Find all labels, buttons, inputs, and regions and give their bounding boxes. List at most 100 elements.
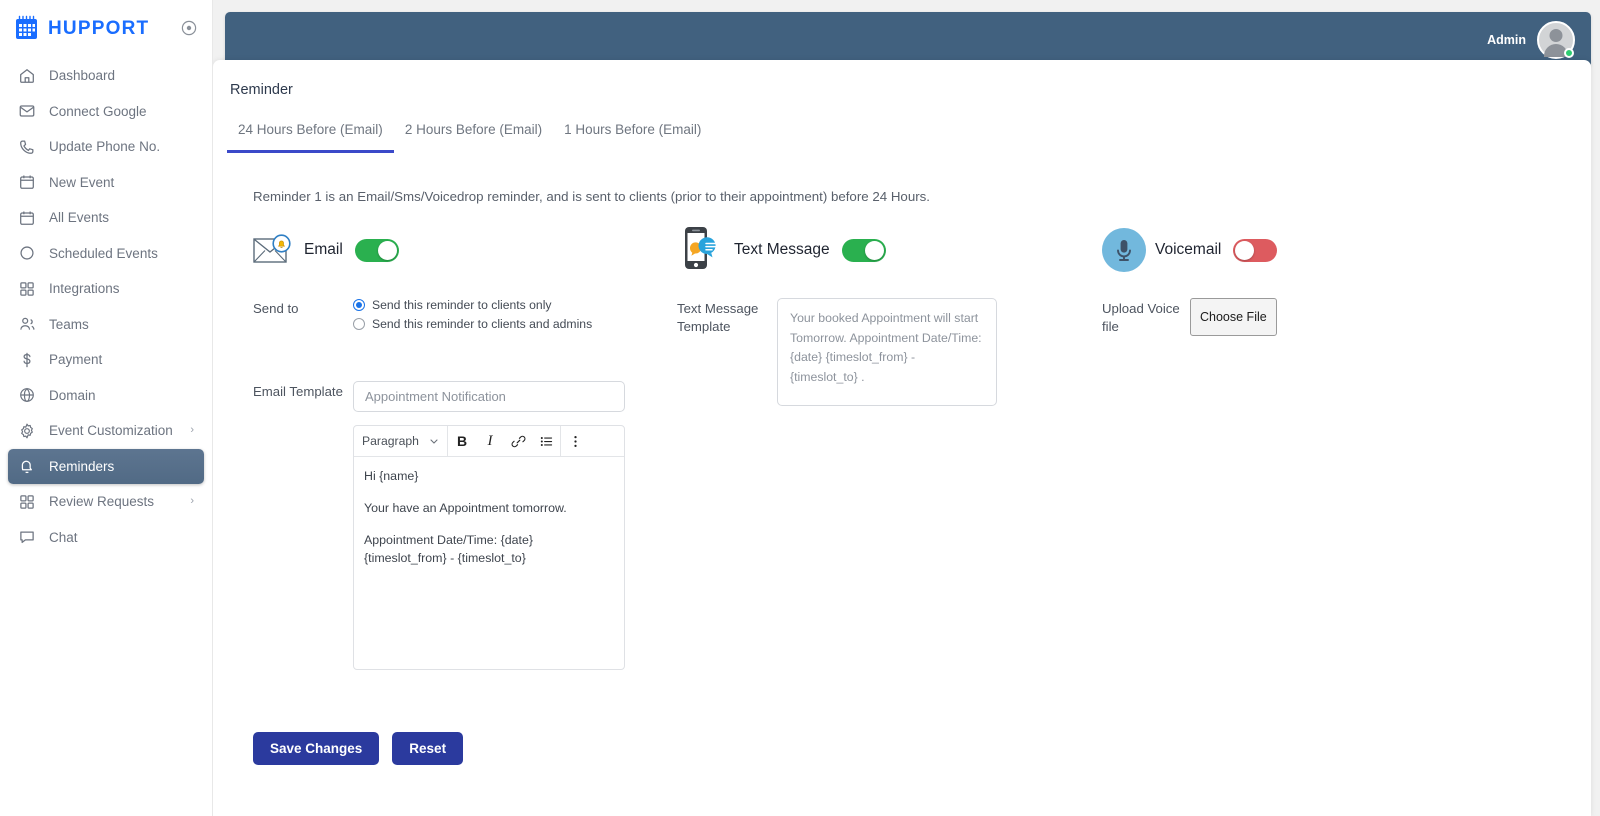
email-template-row: Email Template Paragraph <box>253 381 677 670</box>
reset-button[interactable]: Reset <box>392 732 464 765</box>
sidebar-item-label: Review Requests <box>49 494 155 510</box>
send-to-row: Send to Send this reminder to clients on… <box>253 298 677 331</box>
sidebar-item-dashboard[interactable]: Dashboard <box>8 58 204 94</box>
email-body-editor: Paragraph B I Hi {name} Your have an App… <box>353 425 625 670</box>
block-format-dropdown[interactable]: Paragraph <box>354 426 448 456</box>
choose-file-button[interactable]: Choose File <box>1190 298 1277 336</box>
target-circle-icon[interactable] <box>180 19 198 37</box>
sidebar-item-new-event[interactable]: New Event <box>8 165 204 201</box>
sidebar-item-label: Connect Google <box>49 103 147 119</box>
email-bell-icon <box>253 233 295 267</box>
sidebar-item-reminders[interactable]: Reminders <box>8 448 204 484</box>
app-root: HUPPORT Dashboard Connect Google Update … <box>0 0 1600 816</box>
sidebar-item-label: Scheduled Events <box>49 245 158 261</box>
save-changes-button[interactable]: Save Changes <box>253 732 380 765</box>
radio-clients-and-admins[interactable]: Send this reminder to clients and admins <box>353 317 592 331</box>
calendar-grid-icon <box>14 15 40 41</box>
sidebar-nav: Dashboard Connect Google Update Phone No… <box>0 58 212 555</box>
sidebar-item-label: Update Phone No. <box>49 139 161 155</box>
voicemail-toggle[interactable] <box>1233 238 1278 262</box>
text-template-label: Text Message Template <box>677 301 759 334</box>
grid-icon <box>18 280 36 298</box>
admin-label: Admin <box>1487 33 1526 47</box>
reminder-body: Reminder 1 is an Email/Sms/Voicedrop rem… <box>213 189 1591 765</box>
italic-icon[interactable]: I <box>476 426 504 456</box>
radio-label: Send this reminder to clients and admins <box>372 317 593 331</box>
radio-input[interactable] <box>353 318 365 330</box>
channel-text-message: Text Message <box>677 224 1102 276</box>
sidebar-item-chat[interactable]: Chat <box>8 520 204 556</box>
sidebar-item-teams[interactable]: Teams <box>8 307 204 343</box>
sidebar-item-event-customization[interactable]: Event Customization › <box>8 413 204 449</box>
sidebar-item-label: Integrations <box>49 281 120 297</box>
channel-email: Email <box>253 233 677 267</box>
calendar-icon <box>18 173 36 191</box>
tab-1-hours-before[interactable]: 1 Hours Before (Email) <box>553 116 712 153</box>
email-subject-input[interactable] <box>353 381 625 412</box>
gear-icon <box>18 422 36 440</box>
microphone-icon <box>1102 228 1146 272</box>
grid-icon <box>18 493 36 511</box>
tab-24-hours-before[interactable]: 24 Hours Before (Email) <box>227 116 394 153</box>
email-toggle[interactable] <box>354 238 399 262</box>
avatar[interactable] <box>1537 21 1575 59</box>
sidebar-item-integrations[interactable]: Integrations <box>8 271 204 307</box>
text-template-row: Text Message Template Your booked Appoin… <box>677 298 1102 406</box>
text-message-toggle[interactable] <box>841 238 886 262</box>
globe-icon <box>18 386 36 404</box>
bullet-list-icon[interactable] <box>532 426 560 456</box>
link-icon[interactable] <box>504 426 532 456</box>
brand-header: HUPPORT <box>0 0 212 56</box>
tab-2-hours-before[interactable]: 2 Hours Before (Email) <box>394 116 553 153</box>
brand-name: HUPPORT <box>48 17 150 39</box>
text-message-template-input[interactable]: Your booked Appointment will start Tomor… <box>777 298 997 406</box>
more-vertical-icon[interactable] <box>561 426 589 456</box>
sidebar-item-label: Reminders <box>49 458 115 474</box>
page-title: Reminder <box>230 82 293 98</box>
envelope-icon <box>18 102 36 120</box>
sidebar-item-payment[interactable]: Payment <box>8 342 204 378</box>
radio-clients-only[interactable]: Send this reminder to clients only <box>353 298 592 312</box>
chevron-right-icon: › <box>190 495 194 508</box>
sidebar: HUPPORT Dashboard Connect Google Update … <box>0 0 213 816</box>
sidebar-item-review-requests[interactable]: Review Requests › <box>8 484 204 520</box>
voicemail-channel-label: Voicemail <box>1155 241 1222 258</box>
italic-label: I <box>487 432 493 449</box>
sidebar-item-label: Chat <box>49 529 78 545</box>
editor-toolbar: Paragraph B I <box>354 426 624 457</box>
main-area: Admin Reminder 24 Hours Before (Email) 2… <box>213 0 1600 816</box>
sidebar-item-label: Domain <box>49 387 96 403</box>
text-message-column: Text Message Template Your booked Appoin… <box>677 298 1102 670</box>
sidebar-item-label: New Event <box>49 174 115 190</box>
sidebar-item-update-phone-no[interactable]: Update Phone No. <box>8 129 204 165</box>
sidebar-item-domain[interactable]: Domain <box>8 378 204 414</box>
bold-icon[interactable]: B <box>448 426 476 456</box>
calendar-icon <box>18 209 36 227</box>
sidebar-item-label: Payment <box>49 352 103 368</box>
users-icon <box>18 315 36 333</box>
sidebar-item-label: Dashboard <box>49 68 116 84</box>
toggle-knob <box>1235 240 1255 260</box>
phone-icon <box>18 138 36 156</box>
online-status-dot <box>1564 48 1574 58</box>
editor-content[interactable]: Hi {name} Your have an Appointment tomor… <box>354 457 624 669</box>
sidebar-item-scheduled-events[interactable]: Scheduled Events <box>8 236 204 272</box>
upload-voice-label: Upload Voice file <box>1102 301 1180 334</box>
sidebar-item-label: Event Customization <box>49 423 173 439</box>
editor-paragraph: Your have an Appointment tomorrow. <box>364 500 567 515</box>
radio-input[interactable] <box>353 299 365 311</box>
bell-icon <box>18 457 36 475</box>
email-settings-column: Send to Send this reminder to clients on… <box>253 298 677 670</box>
send-to-radio-group: Send this reminder to clients only Send … <box>353 298 592 331</box>
sidebar-item-connect-google[interactable]: Connect Google <box>8 94 204 130</box>
editor-paragraph: Hi {name} <box>364 469 419 483</box>
avatar-head <box>1549 29 1563 42</box>
chevron-down-icon <box>430 439 438 444</box>
editor-paragraph: Appointment Date/Time: {date} {timeslot_… <box>364 532 533 565</box>
channel-voicemail: Voicemail <box>1102 228 1278 272</box>
reminder-card: Reminder 24 Hours Before (Email) 2 Hours… <box>213 60 1591 816</box>
radio-label: Send this reminder to clients only <box>372 298 552 312</box>
sidebar-item-all-events[interactable]: All Events <box>8 200 204 236</box>
settings-columns: Send to Send this reminder to clients on… <box>253 298 1591 670</box>
circle-icon <box>18 244 36 262</box>
